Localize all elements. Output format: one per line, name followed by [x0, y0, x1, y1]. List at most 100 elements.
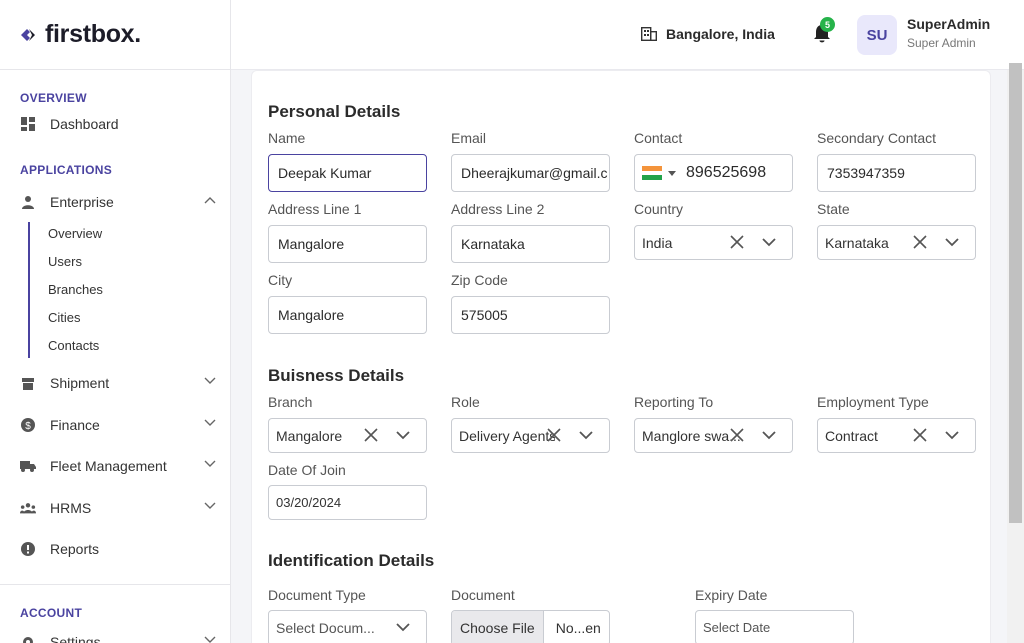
scrollbar-thumb[interactable] [1009, 63, 1022, 523]
india-flag-icon[interactable] [642, 166, 662, 181]
user-icon [20, 194, 36, 210]
section-overview: OVERVIEW [20, 91, 87, 105]
secondary-contact-label: Secondary Contact [817, 130, 937, 146]
reporting-to-select[interactable]: Manglore swa... [634, 418, 793, 453]
date-of-join-value: 03/20/2024 [276, 495, 342, 510]
contact-input[interactable]: 896525698 [634, 154, 793, 192]
country-select[interactable]: India [634, 225, 793, 260]
location-selector[interactable]: Bangalore, India [641, 26, 775, 42]
role-select[interactable]: Delivery Agents [451, 418, 610, 453]
sidebar-item-fleet[interactable]: Fleet Management [20, 454, 216, 478]
sidebar-item-settings[interactable]: Settings [20, 630, 216, 643]
branch-select[interactable]: Mangalore [268, 418, 427, 453]
country-value: India [642, 234, 673, 251]
sidebar-item-label: Fleet Management [50, 458, 167, 474]
state-label: State [817, 201, 850, 217]
sidebar-item-enterprise[interactable]: Enterprise [20, 190, 216, 214]
chevron-down-icon[interactable] [762, 431, 776, 440]
document-label: Document [451, 587, 515, 603]
expiry-date-input[interactable]: Select Date [695, 610, 854, 643]
gear-icon [20, 634, 36, 643]
city-value: Mangalore [278, 307, 345, 323]
secondary-contact-input[interactable]: 7353947359 [817, 154, 976, 192]
sidebar-divider [0, 584, 230, 585]
address-line2-label: Address Line 2 [451, 201, 545, 217]
document-file-input[interactable]: Choose File No...en [451, 610, 610, 643]
file-name: No...en [555, 620, 601, 636]
location-label: Bangalore, India [666, 26, 775, 42]
sidebar-item-label: Dashboard [50, 116, 119, 132]
employment-type-label: Employment Type [817, 394, 929, 410]
clear-icon[interactable] [913, 235, 927, 249]
truck-icon [20, 458, 36, 474]
caret-down-icon [668, 170, 676, 176]
chevron-down-icon[interactable] [579, 431, 593, 440]
employment-type-select[interactable]: Contract [817, 418, 976, 453]
sidebar-subitem-users[interactable]: Users [48, 254, 82, 269]
sidebar-subitem-overview[interactable]: Overview [48, 226, 102, 241]
sidebar-item-reports[interactable]: Reports [20, 537, 216, 561]
chevron-down-icon[interactable] [945, 238, 959, 247]
clear-icon[interactable] [364, 428, 378, 442]
country-label: Country [634, 201, 684, 217]
zip-code-input[interactable]: 575005 [451, 296, 610, 334]
chevron-up-icon [204, 197, 216, 204]
dashboard-icon [20, 116, 36, 132]
brand-logo[interactable]: firstbox. [0, 0, 230, 70]
people-icon [20, 500, 36, 516]
sidebar-item-dashboard[interactable]: Dashboard [20, 112, 216, 136]
sidebar-item-hrms[interactable]: HRMS [20, 496, 216, 520]
sidebar-item-label: Settings [50, 634, 101, 643]
enterprise-submenu: Overview Users Branches Cities Contacts [28, 222, 208, 358]
sidebar-subitem-cities[interactable]: Cities [48, 310, 81, 325]
contact-label: Contact [634, 130, 683, 146]
document-type-select[interactable]: Select Docum... [268, 610, 427, 643]
name-input[interactable]: Deepak Kumar [268, 154, 427, 192]
sidebar-subitem-contacts[interactable]: Contacts [48, 338, 99, 353]
chevron-down-icon[interactable] [396, 431, 410, 440]
user-name: SuperAdmin [907, 16, 991, 32]
branch-value: Mangalore [276, 427, 343, 444]
chevron-down-icon [204, 636, 216, 643]
building-icon [641, 27, 657, 41]
city-input[interactable]: Mangalore [268, 296, 427, 334]
document-type-placeholder: Select Docum... [276, 620, 375, 636]
sidebar-item-shipment[interactable]: Shipment [20, 371, 216, 395]
employment-type-value: Contract [825, 427, 878, 444]
section-account: ACCOUNT [20, 606, 83, 620]
chevron-down-icon[interactable] [762, 238, 776, 247]
role-value: Delivery Agents [459, 427, 555, 444]
address-line2-input[interactable]: Karnataka [451, 225, 610, 263]
expiry-date-label: Expiry Date [695, 587, 768, 603]
chevron-down-icon[interactable] [396, 623, 410, 632]
clear-icon[interactable] [913, 428, 927, 442]
address-line1-input[interactable]: Mangalore [268, 225, 427, 263]
clear-icon[interactable] [730, 235, 744, 249]
top-header: Bangalore, India 5 SU SuperAdmin Super A… [231, 0, 1024, 70]
clear-icon[interactable] [547, 428, 561, 442]
clear-icon[interactable] [730, 428, 744, 442]
avatar[interactable]: SU [857, 15, 897, 55]
contact-value: 896525698 [686, 164, 767, 181]
sidebar-item-label: Shipment [50, 375, 110, 391]
state-select[interactable]: Karnataka [817, 225, 976, 260]
date-of-join-input[interactable]: 03/20/2024 [268, 485, 427, 520]
sidebar-item-finance[interactable]: $ Finance [20, 413, 216, 437]
chevron-down-icon [204, 419, 216, 426]
chevron-down-icon [204, 460, 216, 467]
address-line1-value: Mangalore [278, 236, 345, 252]
email-value: Dheerajkumar@gmail.c [461, 165, 608, 181]
sidebar-item-label: Reports [50, 541, 100, 557]
dollar-icon: $ [20, 417, 36, 433]
choose-file-button[interactable]: Choose File [452, 611, 544, 643]
zip-code-label: Zip Code [451, 272, 508, 288]
firstbox-logo-icon [21, 28, 35, 41]
personal-details-heading: Personal Details [268, 102, 401, 121]
form-card: Personal Details Name Deepak Kumar Email… [251, 70, 991, 643]
email-input[interactable]: Dheerajkumar@gmail.c [451, 154, 610, 192]
chevron-down-icon[interactable] [945, 431, 959, 440]
expiry-date-placeholder: Select Date [703, 620, 771, 635]
sidebar-item-label: Enterprise [50, 194, 114, 210]
sidebar-subitem-branches[interactable]: Branches [48, 282, 103, 297]
branch-label: Branch [268, 394, 313, 410]
